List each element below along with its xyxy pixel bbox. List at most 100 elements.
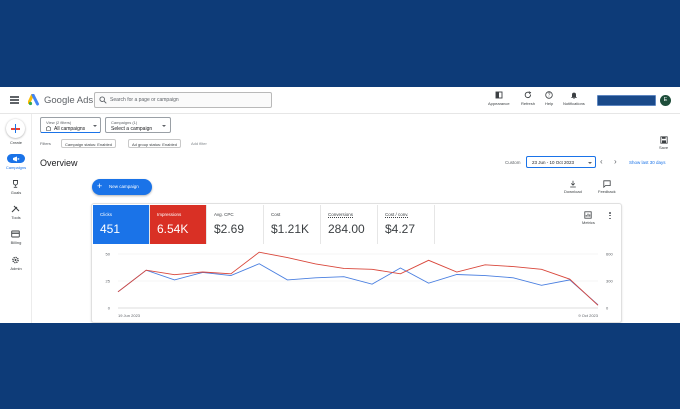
filters-label: Filters — [40, 141, 51, 146]
chevron-down-icon — [588, 161, 592, 164]
avatar[interactable]: E — [660, 95, 671, 106]
metric-label: Cost / conv. — [385, 212, 409, 217]
page-title: Overview — [40, 158, 78, 168]
trophy-icon[interactable] — [11, 180, 20, 188]
appearance-button[interactable]: Appearance — [488, 91, 510, 106]
metric-conversions[interactable]: Conversions 284.00 — [321, 205, 378, 244]
brand-name: Google Ads — [44, 95, 94, 106]
y-tick-left: 25 — [106, 279, 111, 284]
metric-value: $2.69 — [214, 222, 245, 236]
metric-value: 6.54K — [157, 222, 189, 236]
metric-value: $4.27 — [385, 222, 416, 236]
overview-card: Clicks 451 Impressions 6.54K Avg. CPC $2… — [91, 203, 622, 323]
y-tick-right: 600 — [606, 252, 613, 257]
campaign-selector[interactable]: Campaigns (1) Select a campaign — [105, 117, 171, 133]
search-input[interactable]: Search for a page or campaign — [94, 92, 272, 108]
date-range-value: 23 Jun - 10 Oct 2023 — [532, 160, 575, 165]
metric-value: 451 — [100, 222, 121, 236]
refresh-button[interactable]: Refresh — [521, 91, 535, 106]
nav-item-campaigns[interactable] — [7, 154, 25, 163]
add-filter-button[interactable]: Add filter — [191, 141, 207, 146]
chevron-left-icon[interactable]: ‹ — [600, 158, 603, 166]
nav-label-admin[interactable]: Admin — [0, 266, 32, 271]
appearance-label: Appearance — [488, 101, 510, 106]
show-last-30-days-link[interactable]: Show last 30 days — [629, 160, 666, 165]
bell-icon — [571, 92, 577, 99]
metric-label: Impressions — [157, 212, 182, 217]
chevron-down-icon — [93, 125, 97, 127]
metric-clicks[interactable]: Clicks 451 — [93, 205, 150, 244]
filter-chip-ad-group-status[interactable]: Ad group status: Enabled — [128, 139, 181, 148]
nav-label-campaigns[interactable]: Campaigns — [0, 165, 32, 170]
view-selector[interactable]: View (2 filters) All campaigns — [40, 117, 101, 133]
google-ads-logo-icon — [28, 94, 39, 106]
download-icon — [570, 180, 576, 188]
help-button[interactable]: ? Help — [545, 91, 553, 106]
search-placeholder: Search for a page or campaign — [110, 96, 179, 103]
notifications-button[interactable]: Notifications — [563, 91, 585, 106]
google-ads-window: Google Ads Search for a page or campaign… — [0, 87, 680, 323]
metric-value: 284.00 — [328, 222, 365, 236]
feedback-label: Feedback — [598, 189, 616, 194]
custom-label: Custom — [505, 160, 521, 165]
metric-value: $1.21K — [271, 222, 310, 236]
y-tick-left: 0 — [108, 306, 111, 311]
chevron-right-icon[interactable]: › — [614, 158, 617, 166]
notifications-label: Notifications — [563, 101, 585, 106]
card-icon[interactable] — [11, 230, 20, 238]
help-label: Help — [545, 101, 554, 106]
create-button[interactable] — [6, 119, 25, 138]
metric-label: Clicks — [100, 212, 112, 217]
metric-impressions[interactable]: Impressions 6.54K — [150, 205, 207, 244]
metrics-icon — [584, 211, 593, 219]
nav-label-tools[interactable]: Tools — [0, 215, 32, 220]
metric-label: Cost — [271, 212, 281, 217]
help-icon: ? — [545, 91, 553, 99]
y-tick-right: 0 — [606, 306, 609, 311]
metric-cost[interactable]: Cost $1.21K — [264, 205, 321, 244]
metric-avg-cpc[interactable]: Avg. CPC $2.69 — [207, 205, 264, 244]
tools-icon[interactable] — [11, 205, 20, 213]
nav-label-goals[interactable]: Goals — [0, 190, 32, 195]
y-tick-right: 300 — [606, 279, 613, 284]
new-campaign-button[interactable]: + New campaign — [92, 179, 152, 195]
account-selector[interactable] — [597, 95, 656, 106]
left-nav: Create Campaigns Goals Tools Billing Adm… — [0, 114, 32, 323]
metric-cost-per-conv[interactable]: Cost / conv. $4.27 — [378, 205, 435, 244]
chevron-down-icon — [162, 125, 166, 127]
save-button[interactable]: Save — [659, 136, 668, 150]
create-label: Create — [9, 140, 22, 145]
appearance-icon — [495, 91, 503, 99]
top-bar: Google Ads Search for a page or campaign… — [0, 87, 680, 114]
campaigns-icon — [13, 156, 20, 161]
plus-icon: + — [97, 181, 103, 191]
metrics-button[interactable]: Metrics — [582, 211, 595, 225]
download-label: Download — [564, 189, 582, 194]
feedback-button[interactable]: Feedback — [598, 180, 616, 194]
svg-text:?: ? — [548, 93, 551, 99]
download-button[interactable]: Download — [564, 180, 582, 194]
campaign-selector-value: Select a campaign — [111, 126, 153, 132]
menu-icon[interactable] — [10, 96, 19, 104]
feedback-icon — [603, 180, 611, 188]
refresh-label: Refresh — [521, 101, 536, 106]
view-selector-label: View (2 filters) — [46, 120, 72, 125]
more-options-icon[interactable] — [609, 212, 611, 220]
gear-icon[interactable] — [11, 256, 20, 264]
x-label-start: 19 Jun 2023 — [118, 313, 141, 318]
x-label-end: 9 Oct 2023 — [578, 313, 598, 318]
refresh-icon — [524, 91, 532, 99]
nav-label-billing[interactable]: Billing — [0, 240, 32, 245]
date-range-selector[interactable]: 23 Jun - 10 Oct 2023 — [526, 156, 596, 168]
metrics-label: Metrics — [582, 220, 595, 225]
filter-chip-campaign-status[interactable]: Campaign status: Enabled — [61, 139, 116, 148]
building-icon — [46, 126, 51, 131]
y-tick-left: 50 — [106, 252, 111, 257]
save-label: Save — [659, 145, 669, 150]
series-line-clicks — [117, 263, 599, 306]
search-icon — [99, 96, 107, 104]
performance-chart: 50 600 25 300 0 0 19 Jun 2023 9 Oct 2023 — [106, 251, 614, 319]
metric-label: Avg. CPC — [214, 212, 234, 217]
save-icon — [659, 136, 668, 144]
series-line-impressions — [117, 251, 599, 306]
